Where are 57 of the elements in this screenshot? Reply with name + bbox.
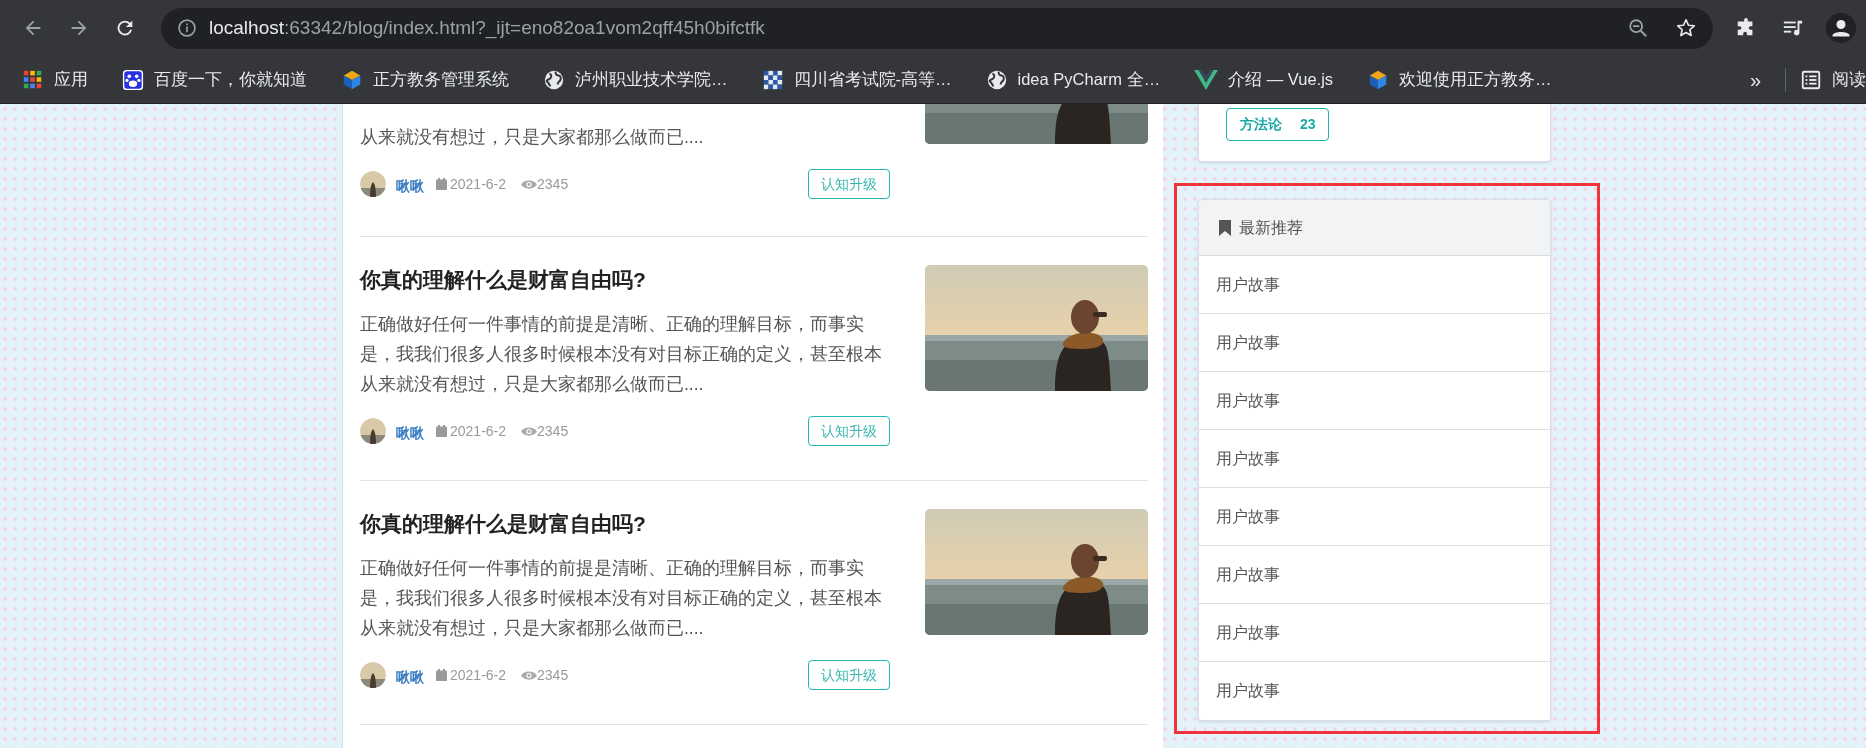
globe-icon [985, 68, 1008, 91]
recommend-item[interactable]: 用户故事 [1199, 604, 1550, 662]
article-date: 2021-6-2 [450, 665, 507, 685]
author-link[interactable]: 啾啾 [396, 666, 424, 688]
recommend-item[interactable]: 用户故事 [1199, 314, 1550, 372]
article-date: 2021-6-2 [450, 421, 507, 441]
eye-icon [521, 178, 538, 190]
card-title: 最新推荐 [1239, 217, 1303, 238]
recommend-item[interactable]: 用户故事 [1199, 662, 1550, 720]
bookmark[interactable]: 百度一下，你就知道 [122, 67, 319, 92]
url-text: localhost:63342/blog/index.html?_ijt=eno82oa1vom2qff45h0bifctfk [209, 15, 765, 41]
view-count: 2345 [537, 174, 569, 194]
bookmark-icon [1219, 219, 1231, 236]
reading-list-button[interactable]: 阅读 [1800, 67, 1866, 92]
bookmark[interactable]: 泸州职业技术学院… [543, 67, 740, 92]
paw-icon [122, 68, 144, 91]
profile-icon[interactable] [1826, 13, 1856, 43]
globe-icon [543, 68, 565, 91]
avatar [360, 418, 386, 444]
calendar-icon [436, 425, 447, 437]
bookmark[interactable]: 欢迎使用正方教务… [1367, 67, 1564, 92]
article-excerpt: 从来就没有想过，只是大家都那么做而已.... [360, 126, 705, 149]
article-title[interactable]: 你真的理解什么是财富自由吗? [360, 265, 890, 295]
v-logo-icon [1194, 68, 1219, 91]
zoom-out-icon[interactable] [1627, 17, 1649, 39]
author-link[interactable]: 啾啾 [396, 422, 424, 444]
author-link[interactable]: 啾啾 [396, 175, 424, 197]
mosaic-icon [761, 68, 784, 91]
bookmark[interactable]: idea PyCharm 全… [985, 67, 1173, 92]
bookmark[interactable]: 正方教务管理系统 [341, 67, 521, 92]
recommend-item[interactable]: 用户故事 [1199, 430, 1550, 488]
eye-icon [521, 425, 538, 437]
avatar [360, 171, 386, 197]
recommend-item[interactable]: 用户故事 [1199, 546, 1550, 604]
article-excerpt: 正确做好任何一件事情的前提是清晰、正确的理解目标，而事实是，我我们很多人很多时候根本没有对目标正确的定义，甚至根本从来就没有想过，只是大家都那么做而已.... [360, 557, 883, 640]
article-excerpt: 正确做好任何一件事情的前提是清晰、正确的理解目标，而事实是，我我们很多人很多时候根本没有对目标正确的定义，甚至根本从来就没有想过，只是大家都那么做而已.... [360, 313, 883, 396]
list-icon [1800, 68, 1822, 91]
view-count: 2345 [537, 665, 569, 685]
recommend-item[interactable]: 用户故事 [1199, 372, 1550, 430]
article-title[interactable]: 你真的理解什么是财富自由吗? [360, 509, 890, 539]
cube-icon [341, 68, 363, 91]
bookmark[interactable]: 四川省考试院-高等… [761, 67, 964, 92]
bookmark[interactable]: 应用 [22, 67, 100, 92]
avatar [360, 662, 386, 688]
more-bookmarks-button[interactable]: » [1749, 64, 1773, 95]
info-icon [177, 18, 197, 38]
recommend-item[interactable]: 用户故事 [1199, 488, 1550, 546]
address-bar[interactable]: localhost:63342/blog/index.html?_ijt=eno82oa1vom2qff45h0bifctfk [161, 7, 1713, 49]
star-icon[interactable] [1675, 17, 1697, 39]
calendar-icon [436, 669, 447, 681]
view-count: 2345 [537, 421, 569, 441]
bookmark[interactable]: 介绍 — Vue.js [1194, 67, 1346, 92]
recommend-item[interactable]: 用户故事 [1199, 256, 1550, 314]
apps-grid-icon [22, 68, 44, 91]
calendar-icon [436, 178, 447, 190]
article-date: 2021-6-2 [450, 174, 507, 194]
eye-icon [521, 669, 538, 681]
